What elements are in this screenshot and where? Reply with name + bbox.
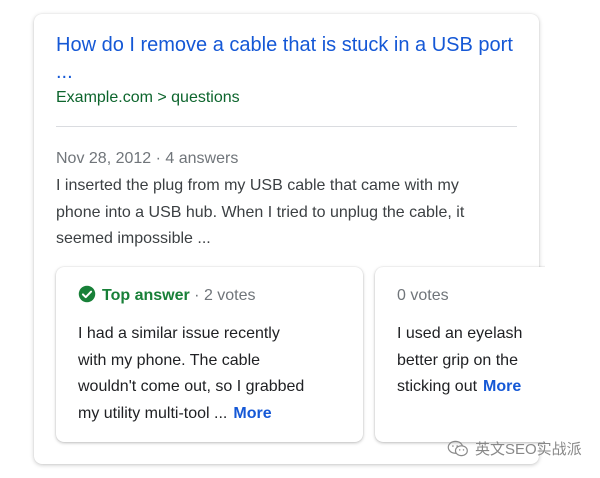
vote-count: · 2 votes: [189, 287, 256, 304]
answer-line: I used an eyelash: [397, 325, 523, 342]
answer-line: wouldn't come out, so I grabbed: [78, 378, 305, 395]
answer-header: 0 votes: [397, 285, 449, 307]
check-circle-icon: [78, 285, 96, 303]
answer-line: I had a similar issue recently: [78, 325, 280, 342]
answer-line-last: my utility multi-tool ... More: [78, 401, 348, 428]
answer-header: Top answer · 2 votes: [78, 285, 256, 307]
watermark-text: 英文SEO实战派: [475, 441, 582, 458]
more-link[interactable]: More: [233, 405, 271, 422]
answer-card-second[interactable]: 0 votes I used an eyelash better grip on…: [375, 267, 600, 442]
vote-count: 0 votes: [397, 287, 449, 304]
result-meta: Nov 28, 2012 · 4 answers: [56, 150, 239, 167]
top-answer-label: Top answer: [102, 287, 190, 304]
wechat-icon: [447, 440, 468, 457]
answer-line: better grip on the: [397, 351, 518, 369]
answer-line: with my phone. The cable: [78, 351, 261, 369]
more-link[interactable]: More: [483, 378, 521, 395]
answer-text: I had a similar issue recently with my p…: [78, 321, 348, 427]
result-title-link[interactable]: How do I remove a cable that is stuck in…: [56, 32, 526, 86]
answer-card-top[interactable]: Top answer · 2 votes I had a similar iss…: [56, 267, 363, 442]
answer-line-last: sticking out More: [397, 374, 600, 401]
answer-line: sticking out: [397, 378, 478, 395]
divider: [56, 126, 517, 127]
result-breadcrumb[interactable]: Example.com > questions: [56, 88, 240, 108]
answer-text: I used an eyelash better grip on the sti…: [397, 321, 600, 401]
watermark: 英文SEO实战派: [447, 440, 582, 460]
answer-line: my utility multi-tool ...: [78, 404, 228, 422]
result-snippet: I inserted the plug from my USB cable th…: [56, 177, 465, 247]
